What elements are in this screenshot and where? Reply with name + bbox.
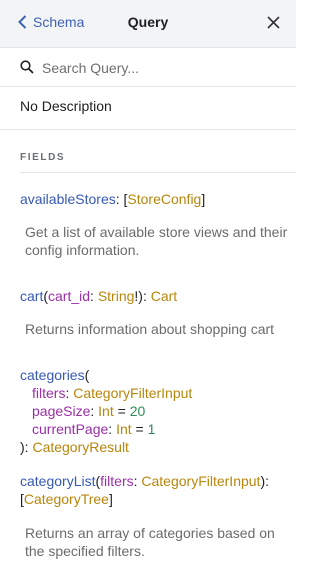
docs-header: Schema Query: [0, 0, 296, 48]
divider: [0, 129, 296, 130]
search-input[interactable]: [40, 57, 284, 79]
type-link[interactable]: Int: [98, 403, 114, 419]
type-description: No Description: [20, 98, 112, 114]
field-name-link[interactable]: availableStores: [20, 191, 116, 207]
arg-name: cart_id: [48, 288, 91, 304]
field-name-link[interactable]: categoryList: [20, 473, 95, 489]
type-link[interactable]: StoreConfig: [127, 191, 201, 207]
field-description: Returns an array of categories based on …: [25, 525, 275, 559]
field-description: Get a list of available store views and …: [25, 224, 288, 258]
field-description: Returns information about shopping cart: [25, 321, 275, 337]
field-available-stores: availableStores: [StoreConfig]: [20, 191, 206, 207]
arg-name: pageSize: [32, 403, 91, 419]
divider: [20, 172, 296, 173]
arg-name: filters: [32, 385, 66, 401]
arg-name: currentPage: [32, 421, 109, 437]
type-link[interactable]: Cart: [151, 288, 177, 304]
field-category-list: categoryList(filters: CategoryFilterInpu…: [20, 473, 270, 507]
field-name-link[interactable]: categories: [20, 367, 85, 383]
arg-name: filters: [100, 473, 134, 489]
type-link[interactable]: CategoryTree: [24, 491, 109, 507]
default-value: 1: [147, 421, 156, 437]
field-categories: categories( filters: CategoryFilterInput…: [20, 367, 193, 455]
type-link[interactable]: CategoryFilterInput: [73, 385, 192, 401]
type-link[interactable]: CategoryFilterInput: [141, 473, 260, 489]
search-bar: [0, 48, 296, 87]
field-cart: cart(cart_id: String!): Cart: [20, 288, 178, 304]
fields-section-title: FIELDS: [20, 152, 66, 163]
type-link[interactable]: String: [98, 288, 135, 304]
field-name-link[interactable]: cart: [20, 288, 43, 304]
search-icon: [20, 60, 34, 74]
type-link[interactable]: Int: [116, 421, 132, 437]
default-value: 20: [129, 403, 146, 419]
page-title: Query: [127, 14, 169, 30]
type-link[interactable]: CategoryResult: [32, 439, 129, 455]
close-icon[interactable]: [267, 16, 280, 32]
